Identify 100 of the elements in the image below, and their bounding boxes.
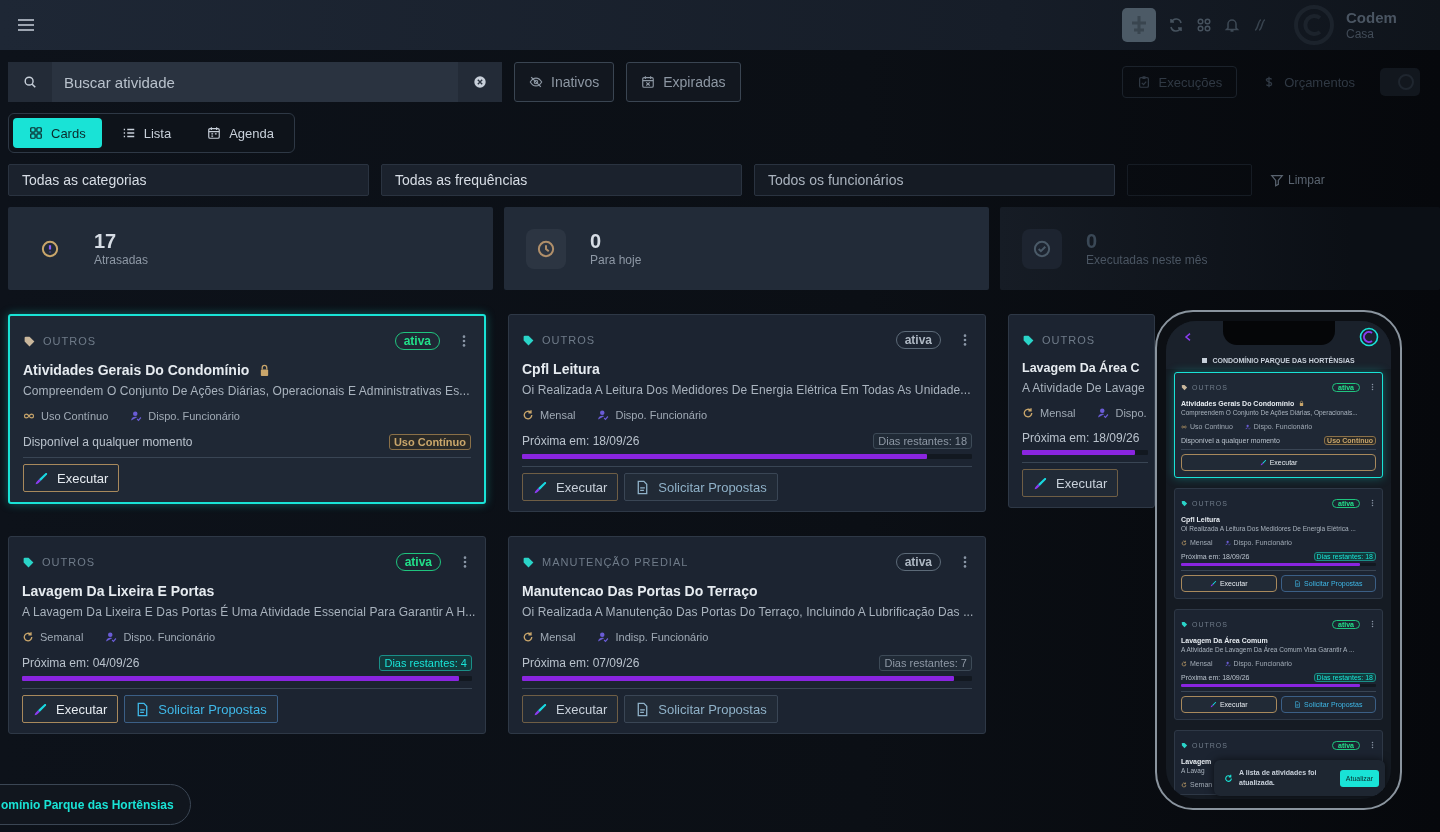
calendar-x-icon bbox=[641, 75, 656, 89]
brush-icon bbox=[1033, 475, 1048, 491]
lock-icon bbox=[259, 363, 271, 377]
staff-label: Dispo. Funcionário bbox=[123, 631, 216, 643]
clipboard-check-icon bbox=[1136, 75, 1151, 89]
lock-icon bbox=[1299, 400, 1305, 407]
brush-icon bbox=[533, 701, 548, 717]
more-icon[interactable] bbox=[1371, 383, 1374, 391]
next-date-text: Próxima em: 07/09/26 bbox=[522, 656, 640, 670]
days-remaining-badge: Dias restantes: 7 bbox=[879, 655, 972, 671]
refresh-icon bbox=[1181, 539, 1187, 546]
view-tab[interactable]: Lista bbox=[105, 118, 188, 148]
execute-button[interactable]: Executar bbox=[522, 695, 619, 723]
file-icon bbox=[1294, 701, 1302, 708]
infinity-icon bbox=[23, 410, 35, 422]
usage-badge: Uso Contínuo bbox=[388, 434, 471, 450]
filter-button[interactable]: Inativos bbox=[514, 62, 615, 102]
more-icon[interactable] bbox=[1371, 620, 1374, 628]
category-label: OUTROS bbox=[542, 334, 597, 346]
brush-icon bbox=[1259, 459, 1267, 466]
calendar-icon bbox=[207, 126, 222, 140]
view-tab[interactable]: Cards bbox=[13, 118, 102, 148]
activity-title: Atividades Gerais Do Condomínio bbox=[23, 362, 250, 378]
stat-label: Executadas neste mês bbox=[1086, 253, 1208, 267]
execute-button[interactable]: Executar bbox=[522, 473, 619, 501]
next-date-text: Próxima em: 04/09/26 bbox=[22, 656, 140, 670]
user-check-icon bbox=[105, 631, 118, 643]
activity-description: Oi Realizada A Leitura Dos Medidores De Energia Elétrica Em Todas As Unidade... bbox=[522, 383, 971, 397]
infinity-icon bbox=[1181, 423, 1187, 430]
toggle-icon[interactable] bbox=[1380, 68, 1420, 96]
days-remaining-badge: Dias restantes: 18 bbox=[873, 433, 972, 449]
category-label: OUTROS bbox=[42, 556, 97, 568]
execute-button[interactable]: Executar bbox=[1022, 469, 1119, 497]
grid-icon bbox=[29, 126, 43, 140]
stat-value: 0 bbox=[590, 230, 603, 253]
activity-title: Lavagem Da Lixeira E Portas bbox=[22, 583, 215, 599]
staff-label: Dispo. bbox=[1115, 407, 1147, 419]
frequency-label: Mensal bbox=[540, 409, 576, 421]
file-icon bbox=[1294, 580, 1302, 587]
search-input[interactable]: Buscar atividade bbox=[52, 73, 458, 91]
filter-select[interactable]: Todos os funcionários bbox=[754, 164, 1115, 196]
user-check-icon bbox=[1224, 539, 1231, 546]
view-tab[interactable]: Agenda bbox=[191, 118, 290, 148]
refresh-icon bbox=[22, 631, 34, 643]
search-field[interactable]: Buscar atividade bbox=[8, 62, 502, 102]
user-check-icon bbox=[1097, 407, 1110, 419]
brush-icon bbox=[34, 470, 49, 486]
request-proposals-button[interactable]: Solicitar Propostas bbox=[624, 473, 778, 501]
brand-name: Codem bbox=[1346, 8, 1397, 27]
more-icon[interactable] bbox=[962, 333, 968, 347]
brush-icon bbox=[1209, 580, 1217, 587]
stat-label: Atrasadas bbox=[94, 253, 149, 267]
more-icon[interactable] bbox=[1371, 741, 1374, 749]
activity-title: Manutencao Das Portas Do Terraço bbox=[522, 583, 758, 599]
activity-title: Cpfl Leitura bbox=[522, 361, 600, 377]
stat-label: Para hoje bbox=[590, 253, 642, 267]
category-label: OUTROS bbox=[43, 335, 98, 347]
list-icon bbox=[121, 126, 136, 140]
frequency-label: Mensal bbox=[1040, 407, 1076, 419]
avatar-icon[interactable] bbox=[1359, 327, 1379, 347]
more-icon[interactable] bbox=[1371, 499, 1374, 507]
activity-title: Lavagem Da Área C bbox=[1022, 361, 1140, 375]
more-icon[interactable] bbox=[461, 334, 467, 348]
execute-button[interactable]: Executar bbox=[22, 695, 119, 723]
refresh-icon bbox=[1181, 781, 1187, 788]
category-label: MANUTENÇÃO PREDIAL bbox=[542, 556, 690, 568]
frequency-label: Semanal bbox=[40, 631, 84, 643]
eye-off-icon bbox=[529, 75, 543, 89]
brand-subtitle: Casa bbox=[1346, 26, 1375, 42]
staff-label: Dispo. Funcionário bbox=[148, 410, 240, 422]
request-proposals-button[interactable]: Solicitar Propostas bbox=[624, 695, 778, 723]
filter-select[interactable]: Todas as categorias bbox=[8, 164, 369, 196]
activity-description: Oi Realizada A Manutenção Das Portas Do Terraço, Incluindo A Lubrificação Das ... bbox=[522, 605, 974, 619]
brush-icon bbox=[1209, 701, 1217, 708]
user-check-icon bbox=[1244, 423, 1251, 430]
more-icon[interactable] bbox=[962, 555, 968, 569]
next-date-text: Próxima em: 18/09/26 bbox=[522, 434, 640, 448]
location-button[interactable]: omínio Parque das Hortênsias bbox=[0, 784, 191, 825]
refresh-icon bbox=[522, 631, 534, 643]
filter-icon bbox=[1270, 173, 1284, 187]
more-icon[interactable] bbox=[462, 555, 468, 569]
refresh-icon bbox=[1181, 660, 1187, 667]
user-check-icon bbox=[597, 409, 610, 421]
availability-text: Disponível a qualquer momento bbox=[23, 435, 193, 449]
request-proposals-button[interactable]: Solicitar Propostas bbox=[124, 695, 278, 723]
refresh-icon bbox=[522, 409, 534, 421]
activity-description: A Lavagem Da Lixeira E Das Portas É Uma Atividade Essencial Para Garantir A H... bbox=[22, 605, 476, 619]
menu-icon[interactable] bbox=[17, 18, 35, 32]
brush-icon bbox=[33, 701, 48, 717]
stat-value: 17 bbox=[94, 230, 118, 253]
refresh-icon bbox=[1022, 407, 1034, 419]
filter-button[interactable]: Expiradas bbox=[626, 62, 741, 102]
brush-icon bbox=[533, 479, 548, 495]
execute-button[interactable]: Executar bbox=[23, 464, 120, 492]
activity-description: A Atividade De Lavage bbox=[1022, 381, 1145, 395]
filter-select[interactable]: Todas as frequências bbox=[381, 164, 742, 196]
frequency-label: Mensal bbox=[540, 631, 576, 643]
refresh-icon bbox=[1224, 773, 1233, 783]
next-date-text: Próxima em: 18/09/26 bbox=[1022, 431, 1140, 445]
clear-icon[interactable] bbox=[473, 75, 487, 89]
